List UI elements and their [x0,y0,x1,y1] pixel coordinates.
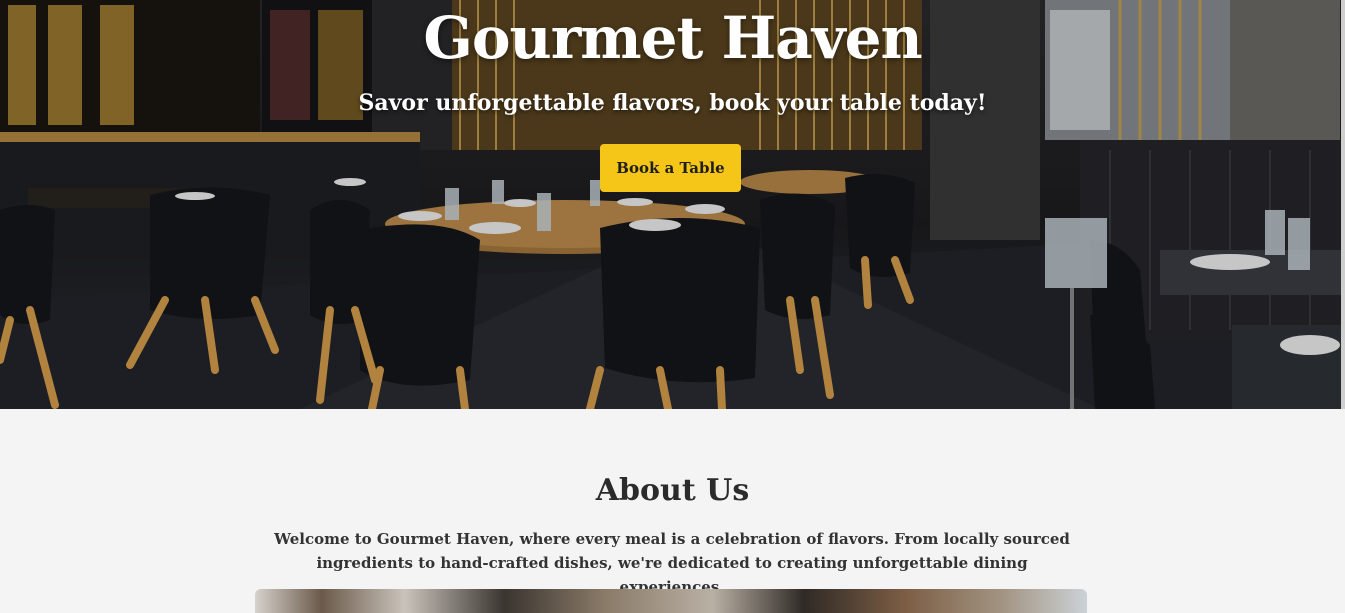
book-table-button[interactable]: Book a Table [600,144,741,192]
dining-photo [255,589,1087,613]
hero-section: Gourmet Haven Savor unforgettable flavor… [0,0,1345,409]
hero-title: Gourmet Haven [423,4,922,72]
about-heading: About Us [595,473,750,508]
scrollbar[interactable] [1341,0,1345,409]
hero-subtitle: Savor unforgettable flavors, book your t… [358,90,987,116]
